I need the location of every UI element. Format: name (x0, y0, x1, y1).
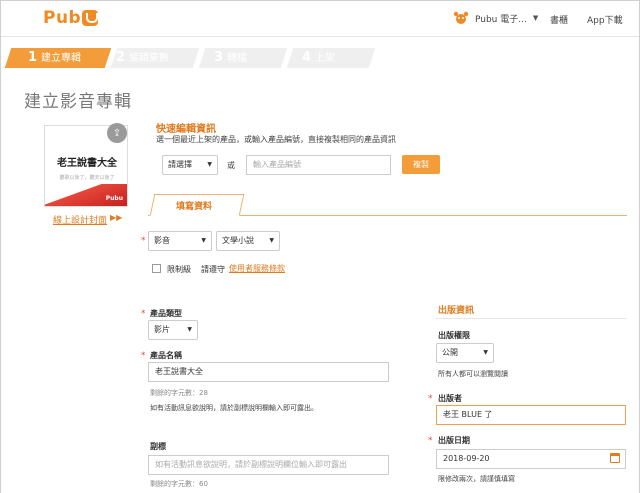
subtitle-input[interactable]: 如有活動訊息欲說明，請於副標說明欄位輸入即可露出 (148, 455, 389, 475)
quick-edit-description: 選一個最近上架的產品，或輸入產品編號，直接複製相同的產品資訊 (156, 135, 396, 144)
publish-rights-label: 出版權限 (438, 331, 470, 340)
publisher-label: 出版者 (438, 394, 462, 403)
user-avatar-icon (453, 11, 469, 24)
required-mark: * (141, 351, 146, 361)
top-header: Pub Pubu 電子... ▼ 書櫃 App下載 (1, 1, 639, 37)
nav-app-download-link[interactable]: App下載 (587, 13, 623, 26)
publisher-input[interactable]: 老王 BLUE 了 (436, 405, 626, 425)
user-menu[interactable]: Pubu 電子... ▼ (453, 10, 538, 26)
step-2-label: 編輯集數 (129, 53, 170, 64)
restricted-checkbox[interactable] (152, 264, 161, 273)
publish-date-input[interactable]: 2018-09-20 (436, 449, 626, 469)
quick-edit-title: 快速編輯資訊 (156, 124, 216, 135)
publish-date-hint: 限修改兩次，請謹慎填寫 (438, 475, 515, 483)
terms-of-service-link[interactable]: 使用者服務條款 (229, 263, 285, 274)
page-title: 建立影音專輯 (24, 92, 132, 112)
required-mark: * (428, 436, 433, 446)
or-text: 或 (227, 161, 235, 170)
design-cover-link[interactable]: 線上設計封面 (53, 213, 107, 226)
chevron-down-icon: ▼ (207, 161, 212, 168)
step-4-number: 4 (302, 50, 312, 65)
tab-fill-info-label: 填寫資料 (176, 202, 213, 212)
product-type-select[interactable]: 影片 ▼ (148, 320, 198, 340)
double-arrow-icon: ▶▶ (110, 213, 123, 222)
nav-shelf-link[interactable]: 書櫃 (550, 13, 568, 26)
recent-product-select[interactable]: 請選擇 ▼ (162, 155, 218, 175)
chevron-down-icon: ▼ (483, 349, 488, 356)
genre-value: 文學小說 (222, 236, 254, 245)
product-name-remaining: 剩餘的字元數：28 (150, 389, 208, 397)
copy-button[interactable]: 複製 (402, 155, 440, 174)
chevron-down-icon: ▼ (187, 326, 192, 333)
subtitle-label: 副標 (150, 442, 166, 451)
logo-text: Pub (43, 8, 82, 28)
step-3-number: 3 (214, 50, 224, 65)
step-1-label: 建立專輯 (41, 53, 82, 64)
genre-select[interactable]: 文學小說 ▼ (216, 231, 280, 251)
product-name-label: 產品名稱 (150, 351, 182, 360)
cover-title: 老王說書大全 (57, 158, 117, 169)
publish-rights-value: 公開 (442, 348, 458, 357)
step-2[interactable]: 2 編輯集數 (116, 48, 169, 68)
step-3-label: 轉檔 (227, 53, 248, 64)
subtitle-remaining: 剩餘的字元數：60 (150, 480, 208, 488)
terms-prefix: 請遵守 (201, 265, 225, 274)
product-type-label: 產品類型 (150, 309, 182, 318)
product-id-input[interactable]: 輸入產品編號 (246, 155, 391, 175)
pubu-logo[interactable]: Pub (43, 7, 99, 29)
cover-brand: Pubu (105, 195, 123, 202)
chevron-down-icon: ▼ (532, 14, 539, 22)
publish-rights-hint: 所有人都可以瀏覽閱讀 (438, 370, 508, 378)
chevron-down-icon: ▼ (269, 237, 274, 244)
step-4[interactable]: 4 上架 (302, 48, 335, 68)
product-name-input[interactable]: 老王說書大全 (148, 362, 389, 382)
cover-subtitle: 聽歌以後了，聽天以後了 (59, 175, 115, 181)
publish-rights-select[interactable]: 公開 ▼ (436, 343, 494, 363)
step-1[interactable]: 1 建立專輯 (28, 48, 81, 68)
logo-u-icon (82, 10, 99, 26)
required-mark: * (428, 394, 433, 404)
product-name-hint: 如有活動訊息欲說明，請於副標說明欄輸入即可露出。 (150, 404, 318, 412)
step-1-number: 1 (28, 50, 38, 65)
media-type-select[interactable]: 影音 ▼ (148, 231, 212, 251)
media-type-value: 影音 (154, 236, 170, 245)
required-mark: * (141, 309, 146, 319)
publication-divider (436, 318, 626, 319)
publish-date-label: 出版日期 (438, 436, 470, 445)
user-name: Pubu 電子... (475, 14, 527, 25)
step-2-number: 2 (116, 50, 126, 65)
recent-product-value: 請選擇 (168, 160, 192, 169)
restricted-label: 限制級 (167, 265, 191, 274)
required-mark: * (141, 236, 146, 246)
step-3[interactable]: 3 轉檔 (214, 48, 247, 68)
product-type-value: 影片 (154, 325, 170, 334)
step-4-label: 上架 (315, 53, 336, 64)
calendar-icon[interactable] (610, 453, 620, 463)
publication-section-title: 出版資訊 (438, 306, 475, 316)
chevron-down-icon: ▼ (201, 237, 206, 244)
share-upload-icon[interactable]: ⇪ (107, 123, 127, 143)
